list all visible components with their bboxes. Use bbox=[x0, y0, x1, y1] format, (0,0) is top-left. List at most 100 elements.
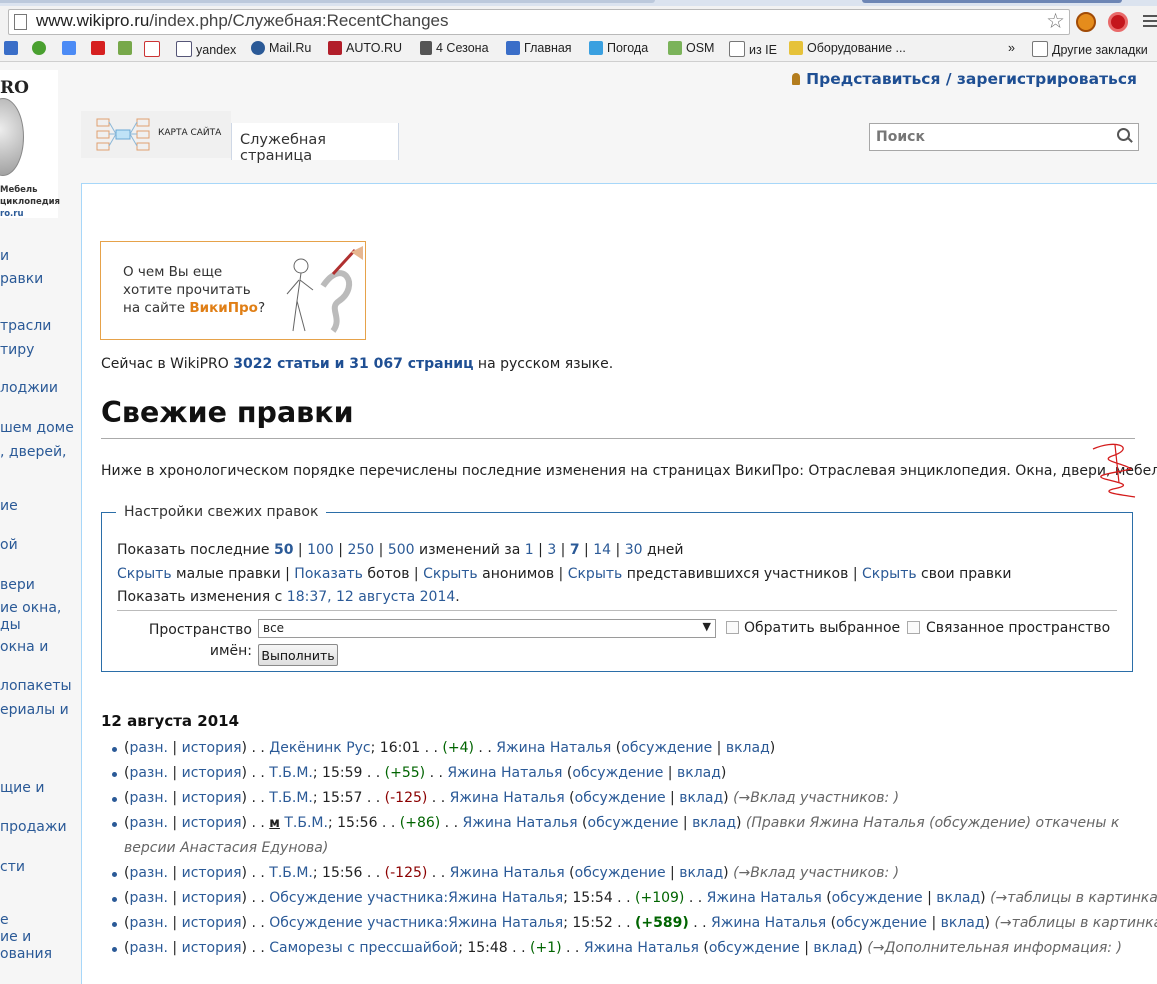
days-3[interactable]: 3 bbox=[547, 542, 556, 558]
diff-link[interactable]: разн. bbox=[129, 890, 168, 906]
history-link[interactable]: история bbox=[182, 740, 242, 756]
page-link[interactable]: Т.Б.М. bbox=[284, 815, 328, 831]
talk-link[interactable]: обсуждение bbox=[709, 940, 800, 956]
nav-item[interactable]: щие и bbox=[0, 780, 44, 796]
limit-50[interactable]: 50 bbox=[274, 542, 293, 558]
history-link[interactable]: история bbox=[182, 765, 242, 781]
history-link[interactable]: история bbox=[182, 915, 242, 931]
user-link[interactable]: Яжина Наталья bbox=[450, 790, 565, 806]
nav-item[interactable]: вери bbox=[0, 577, 35, 593]
hide-minor-link[interactable]: Скрыть bbox=[117, 566, 172, 582]
nav-item[interactable]: ие и bbox=[0, 929, 31, 945]
days-14[interactable]: 14 bbox=[593, 542, 611, 558]
nav-item[interactable]: ие окна, bbox=[0, 600, 61, 616]
nav-item[interactable]: ды bbox=[0, 617, 21, 633]
bookmark-yandex[interactable]: yandex bbox=[176, 41, 236, 57]
nav-item[interactable]: ования bbox=[0, 946, 52, 962]
nav-item[interactable]: шем доме bbox=[0, 420, 74, 436]
summary-target-link[interactable]: Анастасия Едунова bbox=[180, 840, 323, 856]
days-7[interactable]: 7 bbox=[570, 542, 580, 558]
contribs-link[interactable]: вклад bbox=[679, 790, 723, 806]
nav-item[interactable]: и bbox=[0, 248, 9, 264]
submit-button[interactable]: Выполнить bbox=[258, 644, 338, 666]
limit-500[interactable]: 500 bbox=[388, 542, 415, 558]
user-link[interactable]: Яжина Наталья bbox=[707, 890, 822, 906]
talk-link[interactable]: обсуждение bbox=[575, 865, 666, 881]
nav-item[interactable]: , дверей, bbox=[0, 444, 67, 460]
promo-banner[interactable]: О чем Вы еще хотите прочитать на сайте В… bbox=[100, 241, 366, 340]
user-link[interactable]: Яжина Наталья bbox=[450, 865, 565, 881]
namespace-select[interactable]: все ▼ bbox=[258, 619, 716, 638]
nav-item[interactable]: окна и bbox=[0, 639, 48, 655]
user-link[interactable]: Яжина Наталья bbox=[584, 940, 699, 956]
talk-link[interactable]: обсуждение bbox=[572, 765, 663, 781]
user-link[interactable]: Яжина Наталья bbox=[462, 815, 577, 831]
extension-icon[interactable] bbox=[1076, 12, 1096, 32]
since-link[interactable]: 18:37, 12 августа 2014 bbox=[287, 589, 456, 605]
address-bar[interactable]: www.wikipro.ru/index.php/Служебная:Recen… bbox=[8, 9, 1070, 35]
contribs-link[interactable]: вклад bbox=[679, 865, 723, 881]
diff-link[interactable]: разн. bbox=[129, 815, 168, 831]
history-link[interactable]: история bbox=[182, 815, 242, 831]
diff-link[interactable]: разн. bbox=[129, 865, 168, 881]
login-link[interactable]: Представиться / зарегистрироваться bbox=[792, 70, 1137, 88]
search-icon[interactable] bbox=[1117, 128, 1130, 141]
nav-item[interactable]: лопакеты bbox=[0, 678, 72, 694]
contribs-link[interactable]: вклад bbox=[813, 940, 857, 956]
bookmark-icon[interactable] bbox=[144, 41, 164, 57]
history-link[interactable]: история bbox=[182, 890, 242, 906]
limit-250[interactable]: 250 bbox=[347, 542, 374, 558]
days-1[interactable]: 1 bbox=[525, 542, 534, 558]
bookmark-icon[interactable] bbox=[62, 41, 80, 55]
nav-item[interactable]: ие bbox=[0, 498, 18, 514]
tab-sitemap[interactable]: КАРТА САЙТА bbox=[81, 111, 231, 158]
nav-item[interactable]: продажи bbox=[0, 819, 67, 835]
diff-link[interactable]: разн. bbox=[129, 740, 168, 756]
bookmark-icon[interactable] bbox=[32, 41, 50, 55]
nav-item[interactable]: трасли bbox=[0, 318, 51, 334]
history-link[interactable]: история bbox=[182, 940, 242, 956]
days-30[interactable]: 30 bbox=[625, 542, 643, 558]
bookmark-icon[interactable] bbox=[91, 41, 109, 55]
summary-talk-link[interactable]: обсуждение bbox=[935, 815, 1026, 831]
nav-item[interactable]: сти bbox=[0, 859, 25, 875]
page-link[interactable]: Т.Б.М. bbox=[269, 765, 313, 781]
page-link[interactable]: Декёнинк Рус bbox=[269, 740, 370, 756]
bookmark-weather[interactable]: Погода bbox=[589, 41, 648, 55]
diff-link[interactable]: разн. bbox=[129, 915, 168, 931]
contribs-link[interactable]: вклад bbox=[936, 890, 980, 906]
summary-user-link[interactable]: Яжина Наталья bbox=[810, 815, 925, 831]
user-link[interactable]: Яжина Наталья bbox=[447, 765, 562, 781]
limit-100[interactable]: 100 bbox=[307, 542, 334, 558]
contribs-link[interactable]: вклад bbox=[692, 815, 736, 831]
history-link[interactable]: история bbox=[182, 790, 242, 806]
search-input[interactable] bbox=[874, 128, 1108, 146]
tab-special-page[interactable]: Служебная страница bbox=[231, 123, 399, 164]
bookmark-4seasons[interactable]: 4 Сезона bbox=[420, 41, 489, 55]
talk-link[interactable]: обсуждение bbox=[588, 815, 679, 831]
user-link[interactable]: Яжина Наталья bbox=[496, 740, 611, 756]
nav-item[interactable]: ой bbox=[0, 537, 18, 553]
user-link[interactable]: Яжина Наталья bbox=[711, 915, 826, 931]
nav-item[interactable]: ериалы и bbox=[0, 702, 69, 718]
nav-item[interactable]: е bbox=[0, 912, 9, 928]
contribs-link[interactable]: вклад bbox=[941, 915, 985, 931]
page-link[interactable]: Обсуждение участника:Яжина Наталья bbox=[269, 890, 563, 906]
talk-link[interactable]: обсуждение bbox=[836, 915, 927, 931]
invert-checkbox[interactable] bbox=[726, 621, 739, 634]
nav-item[interactable]: тиру bbox=[0, 342, 34, 358]
bookmark-main[interactable]: Главная bbox=[506, 41, 572, 55]
bookmark-autoru[interactable]: AUTO.RU bbox=[328, 41, 402, 55]
nav-item[interactable]: равки bbox=[0, 271, 43, 287]
page-link[interactable]: Саморезы с прессшайбой bbox=[269, 940, 458, 956]
page-link[interactable]: Т.Б.М. bbox=[269, 865, 313, 881]
associated-checkbox[interactable] bbox=[907, 621, 920, 634]
site-logo[interactable]: RO Мебель циклопедия ro.ru bbox=[0, 70, 60, 219]
history-link[interactable]: история bbox=[182, 865, 242, 881]
page-link[interactable]: Т.Б.М. bbox=[269, 790, 313, 806]
bookmark-icon[interactable] bbox=[4, 41, 22, 55]
talk-link[interactable]: обсуждение bbox=[621, 740, 712, 756]
hide-mine-link[interactable]: Скрыть bbox=[862, 566, 917, 582]
bookmark-mailru[interactable]: Mail.Ru bbox=[251, 41, 311, 55]
bookmark-icon[interactable] bbox=[118, 41, 136, 55]
